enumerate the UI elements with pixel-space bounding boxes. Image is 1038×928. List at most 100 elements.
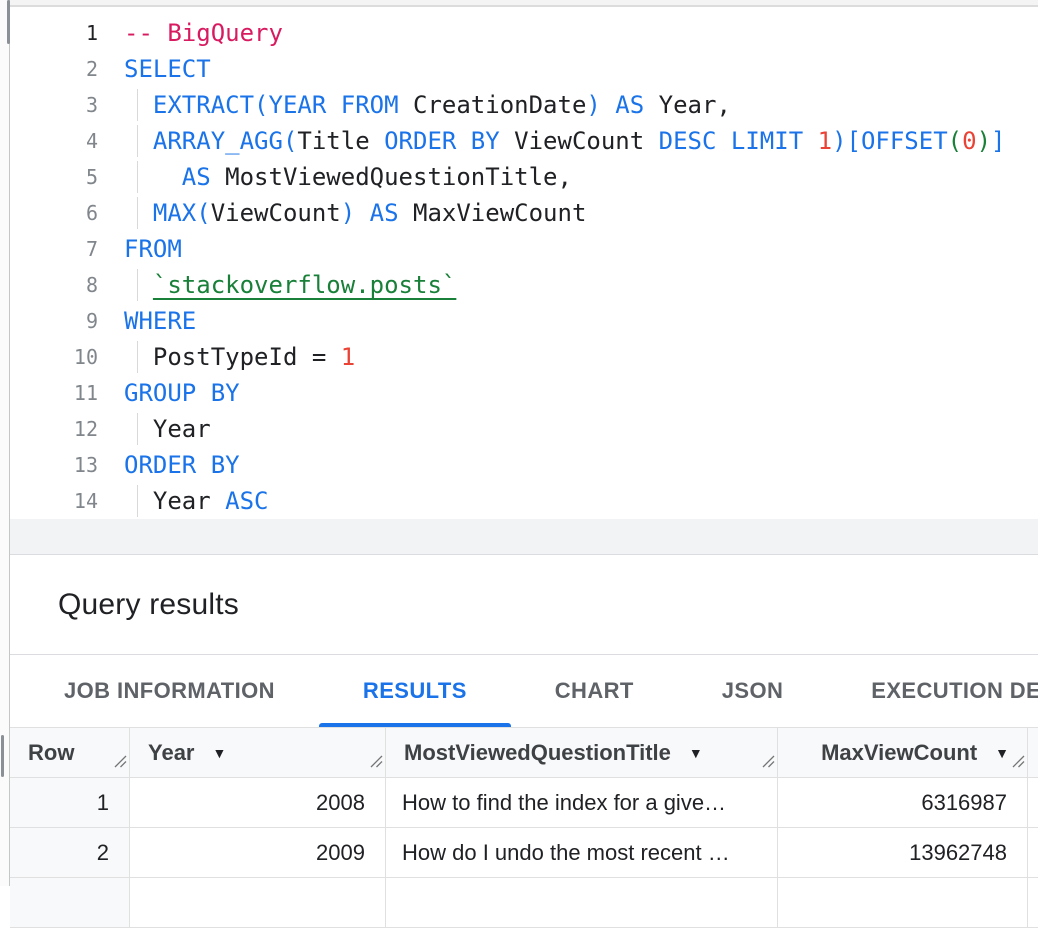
code-line[interactable]: 7FROM <box>10 231 1038 267</box>
code-token-kw: )[OFFSET <box>832 127 948 155</box>
column-header-label: Row <box>28 740 74 766</box>
column-header-mostviewedquestiontitle[interactable]: MostViewedQuestionTitle ▼ <box>386 728 778 777</box>
line-number: 12 <box>10 411 118 447</box>
code-token-txt <box>124 199 153 227</box>
code-line[interactable]: 14 Year ASC <box>10 483 1038 519</box>
indent-guide <box>137 89 138 121</box>
left-rail <box>0 0 10 886</box>
tab-job-information[interactable]: JOB INFORMATION <box>20 655 319 727</box>
code-token-kw: ARRAY_AGG( <box>153 127 298 155</box>
code-line[interactable]: 11GROUP BY <box>10 375 1038 411</box>
code-line[interactable]: 8 `stackoverflow.posts` <box>10 267 1038 303</box>
table-cell-row: 2 <box>10 828 130 877</box>
code-line[interactable]: 9WHERE <box>10 303 1038 339</box>
column-resize-handle-icon <box>762 755 775 768</box>
table-cell-mostviewedquestiontitle <box>386 878 778 927</box>
line-number: 9 <box>10 303 118 339</box>
column-resize-handle[interactable] <box>114 748 127 774</box>
code-token-num: 0 <box>962 127 976 155</box>
results-table: RowYear▼MostViewedQuestionTitle▼MaxViewC… <box>10 728 1038 928</box>
table-cell-year <box>130 878 386 927</box>
tab-chart[interactable]: CHART <box>511 655 678 727</box>
code-line[interactable]: 2SELECT <box>10 51 1038 87</box>
code-token-txt <box>124 127 153 155</box>
code-token-txt <box>124 91 153 119</box>
column-header-row[interactable]: Row <box>10 728 130 777</box>
indent-guide <box>137 485 138 517</box>
table-cell-row: 1 <box>10 778 130 827</box>
table-cell-mostviewedquestiontitle: How to find the index for a give… <box>386 778 778 827</box>
column-header-label: MostViewedQuestionTitle <box>404 740 671 766</box>
code-line[interactable]: 6 MAX(ViewCount) AS MaxViewCount <box>10 195 1038 231</box>
line-number: 14 <box>10 483 118 519</box>
indent-guide <box>137 413 138 445</box>
table-row: 22009How do I undo the most recent …1396… <box>10 828 1038 878</box>
tab-execution-details[interactable]: EXECUTION DETAILS <box>827 655 1038 727</box>
code-token-txt: ViewCount <box>514 127 659 155</box>
code-token-kw: MAX( <box>153 199 211 227</box>
line-number: 11 <box>10 375 118 411</box>
line-number: 13 <box>10 447 118 483</box>
code-token-kw: SELECT <box>124 55 211 83</box>
table-cell-blank <box>1028 778 1038 827</box>
code-line[interactable]: 12 Year <box>10 411 1038 447</box>
code-token-txt: CreationDate <box>413 91 586 119</box>
table-cell-row <box>10 878 130 927</box>
code-token-txt: ViewCount <box>211 199 341 227</box>
code-token-kw: FROM <box>124 235 182 263</box>
sql-editor[interactable]: 1-- BigQuery2SELECT3 EXTRACT(YEAR FROM C… <box>10 7 1038 519</box>
code-line[interactable]: 1-- BigQuery <box>10 15 1038 51</box>
code-text: WHERE <box>118 303 1038 339</box>
indent-guide <box>137 197 138 229</box>
code-text: Year <box>118 411 1038 447</box>
code-line[interactable]: 5 AS MostViewedQuestionTitle, <box>10 159 1038 195</box>
line-number: 2 <box>10 51 118 87</box>
code-token-kw: DESC LIMIT <box>659 127 818 155</box>
column-resize-handle[interactable] <box>1012 748 1025 774</box>
code-token-kw: ORDER BY <box>124 451 240 479</box>
line-number: 6 <box>10 195 118 231</box>
indent-guide <box>137 269 138 301</box>
column-header-year[interactable]: Year▼ <box>130 728 386 777</box>
column-header-blank[interactable] <box>1028 728 1038 777</box>
code-line[interactable]: 4 ARRAY_AGG(Title ORDER BY ViewCount DES… <box>10 123 1038 159</box>
table-header-row: RowYear▼MostViewedQuestionTitle▼MaxViewC… <box>10 728 1038 778</box>
line-number: 3 <box>10 87 118 123</box>
code-token-brk: ( <box>948 127 962 155</box>
column-resize-handle[interactable] <box>370 748 383 774</box>
tab-json[interactable]: JSON <box>678 655 828 727</box>
code-token-num: 1 <box>818 127 832 155</box>
code-text: ORDER BY <box>118 447 1038 483</box>
query-results-header: Query results <box>10 555 1038 655</box>
table-scrollbar-thumb[interactable] <box>1 735 4 777</box>
code-line[interactable]: 13ORDER BY <box>10 447 1038 483</box>
sort-arrow-icon[interactable]: ▼ <box>689 746 703 760</box>
editor-scrollbar-thumb[interactable] <box>7 0 10 44</box>
column-header-maxviewcount[interactable]: MaxViewCount ▼ <box>778 728 1028 777</box>
table-cell-maxviewcount <box>778 878 1028 927</box>
column-header-label: MaxViewCount <box>821 740 977 766</box>
code-token-kw: ) AS <box>586 91 658 119</box>
code-token-kw: WHERE <box>124 307 196 335</box>
code-text: -- BigQuery <box>118 15 1038 51</box>
code-text: SELECT <box>118 51 1038 87</box>
code-token-num: 1 <box>341 343 355 371</box>
code-token-kw: ASC <box>225 487 268 515</box>
code-line[interactable]: 10 PostTypeId = 1 <box>10 339 1038 375</box>
code-token-txt <box>124 271 153 299</box>
line-number: 4 <box>10 123 118 159</box>
top-divider <box>10 0 1038 7</box>
code-text: AS MostViewedQuestionTitle, <box>118 159 1038 195</box>
sort-arrow-icon[interactable]: ▼ <box>213 746 227 760</box>
indent-guide <box>137 341 138 373</box>
code-line[interactable]: 3 EXTRACT(YEAR FROM CreationDate) AS Yea… <box>10 87 1038 123</box>
code-text: ARRAY_AGG(Title ORDER BY ViewCount DESC … <box>118 123 1038 159</box>
column-resize-handle[interactable] <box>762 748 775 774</box>
code-text: GROUP BY <box>118 375 1038 411</box>
table-reference-link[interactable]: `stackoverflow.posts` <box>153 271 456 299</box>
code-token-txt: Year, <box>659 91 731 119</box>
tab-results[interactable]: RESULTS <box>319 655 511 727</box>
table-cell-blank <box>1028 828 1038 877</box>
sort-arrow-icon[interactable]: ▼ <box>995 746 1009 760</box>
code-text: PostTypeId = 1 <box>118 339 1038 375</box>
